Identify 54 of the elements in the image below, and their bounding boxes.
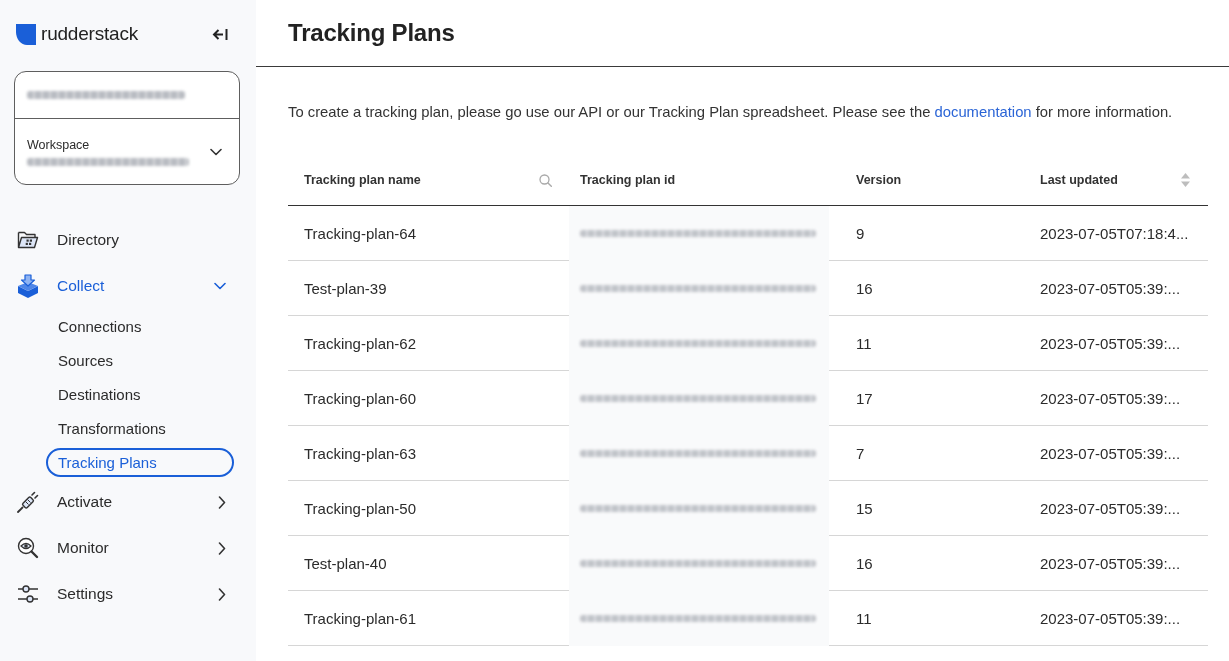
box-download-icon: [17, 274, 39, 298]
table-cell: Test-plan-40: [304, 554, 387, 572]
page-title: Tracking Plans: [288, 19, 455, 47]
table-cell: 2023-07-05T05:39:...: [1040, 389, 1181, 407]
table-cell: Tracking-plan-61: [304, 609, 416, 627]
table-cell: 2023-07-05T05:39:...: [1040, 499, 1181, 517]
table-cell: Tracking-plan-60: [304, 389, 416, 407]
column-header: Tracking plan id: [580, 173, 677, 187]
plug-icon: [17, 491, 39, 513]
table-cell: 2023-07-05T05:39:...: [1040, 444, 1181, 462]
nav-item[interactable]: Settings: [14, 571, 240, 617]
table-cell: 17: [856, 389, 873, 407]
sub-nav-item[interactable]: Destinations: [46, 379, 234, 409]
table-cell: 11: [856, 334, 872, 352]
sub-nav-item[interactable]: Connections: [46, 311, 234, 341]
table-cell: 2023-07-05T05:39:...: [1040, 554, 1181, 572]
column-header: Version: [856, 173, 903, 187]
column-header: Last updated: [1040, 173, 1119, 187]
nav-item[interactable]: Collect: [14, 263, 240, 309]
brand-name: rudderstack: [41, 23, 139, 45]
folder-grid-icon: [17, 230, 39, 250]
table-cell: 9: [856, 224, 865, 242]
sub-nav-item[interactable]: Sources: [46, 345, 234, 375]
chevron-down-icon: [210, 147, 222, 156]
search-icon[interactable]: [539, 173, 552, 187]
sliders-icon: [17, 584, 39, 604]
documentation-link[interactable]: documentation: [934, 104, 1032, 120]
table-cell: 7: [856, 444, 865, 462]
table-cell: 2023-07-05T05:39:...: [1040, 609, 1181, 627]
nav-item[interactable]: Monitor: [14, 525, 240, 571]
nav-item[interactable]: Activate: [14, 479, 240, 525]
column-header: Tracking plan name: [304, 173, 422, 187]
table-cell: Tracking-plan-62: [304, 334, 416, 352]
workspace-switcher[interactable]: Workspace: [14, 71, 240, 185]
collapse-sidebar-icon[interactable]: [212, 27, 228, 41]
nav-item[interactable]: Directory: [14, 217, 240, 263]
table-cell: 16: [856, 554, 873, 572]
eye-magnifier-icon: [17, 537, 39, 559]
sub-nav-item[interactable]: Tracking Plans: [46, 447, 234, 477]
table-cell: 2023-07-05T05:39:...: [1040, 279, 1181, 297]
table-cell: 2023-07-05T05:39:...: [1040, 334, 1181, 352]
table-cell: 11: [856, 609, 872, 627]
table-cell: Test-plan-39: [304, 279, 387, 297]
table-cell: Tracking-plan-63: [304, 444, 416, 462]
workspace-label: Workspace: [27, 137, 91, 152]
table-cell: 16: [856, 279, 873, 297]
sub-nav-item[interactable]: Transformations: [46, 413, 234, 443]
sort-icon[interactable]: [1181, 173, 1190, 187]
logo-icon: [16, 23, 36, 45]
intro-text: To create a tracking plan, please go use our API or our Tracking Plan spreadsheet. Please see the documentation for more information.: [288, 103, 1174, 122]
table-cell: 2023-07-05T07:18:4...: [1040, 224, 1189, 242]
table-cell: Tracking-plan-50: [304, 499, 416, 517]
table-cell: 15: [856, 499, 873, 517]
table-cell: Tracking-plan-64: [304, 224, 416, 242]
